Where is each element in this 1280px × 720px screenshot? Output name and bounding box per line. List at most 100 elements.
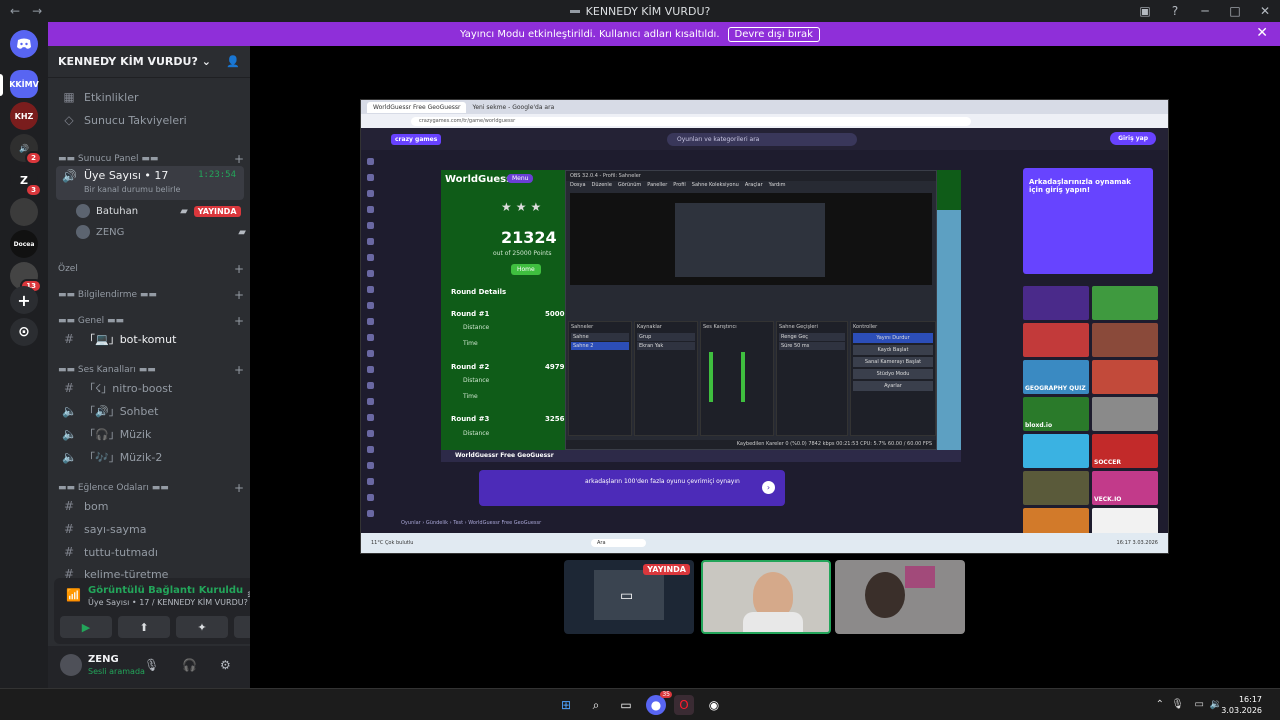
headset-icon[interactable]: 🎧 [182, 658, 197, 672]
streamer-mode-notice: Yayıncı Modu etkinleştirildi. Kullanıcı … [0, 22, 1280, 46]
clock[interactable]: 16:17 3.03.2026 [1221, 694, 1262, 716]
participant-tile-camera-1[interactable] [701, 560, 831, 634]
add-server-icon[interactable]: + [10, 286, 38, 314]
hash-icon: # [63, 499, 75, 513]
invite-icon[interactable]: 👤 [226, 55, 240, 68]
discord-icon[interactable]: ● 35 [646, 691, 672, 715]
voice-user-batuhan[interactable]: Batuhan ▰ YAYINDA [76, 204, 241, 218]
voice-channel-uye-sayisi[interactable]: 🔊 Üye Sayısı • 17 Bir kanal durumu belir… [56, 166, 244, 200]
disable-button[interactable]: Devre dışı bırak [727, 26, 820, 42]
discord-home-icon[interactable] [10, 30, 38, 58]
crazygames-site: crazy games Oyunları ve kategorileri ara… [361, 128, 1168, 542]
channel-bom[interactable]: # bom [56, 495, 244, 517]
screen-share-video[interactable]: WorldGuessr Free GeoGuessr Yeni sekme - … [360, 99, 1169, 554]
mic-icon[interactable]: 🎙 [1171, 699, 1184, 710]
maximize-button[interactable]: □ [1220, 4, 1250, 18]
server-icon-3[interactable]: 🔊 2 [10, 134, 42, 165]
back-icon[interactable]: ← [10, 4, 20, 18]
speaker-icon: 🔊 [62, 169, 77, 183]
camera-button[interactable]: ▶ [60, 616, 112, 638]
server-icon-kkimv[interactable]: KKİMV [9, 70, 39, 98]
notification-badge: 35 [660, 691, 672, 698]
speaker-icon: 🔈 [62, 427, 77, 441]
close-button[interactable]: ✕ [1250, 4, 1280, 18]
avatar[interactable] [60, 654, 82, 676]
participant-tile-stream[interactable]: YAYINDA ▭ [564, 560, 694, 634]
obs-preview [570, 193, 932, 285]
minimize-button[interactable]: ─ [1190, 4, 1220, 18]
participant-tile-camera-2[interactable] [835, 560, 965, 634]
channel-muzik[interactable]: 🔈 「🎧」Müzik [56, 423, 244, 445]
volume-icon[interactable]: 🔉 [1210, 699, 1222, 710]
channel-bot-komut[interactable]: # 「💻」bot-komut [56, 328, 244, 350]
voice-user-zeng[interactable]: ZENG ▰ [76, 225, 246, 239]
activities-button[interactable]: ✦ [176, 616, 228, 638]
settings-icon[interactable]: ⚙ [220, 658, 231, 672]
share-screen-button[interactable]: ⬆ [118, 616, 170, 638]
category-sunucu-panel[interactable]: ▬▬ Sunucu Panel ▬▬ + [58, 152, 244, 166]
start-icon[interactable]: ⊞ [556, 695, 576, 715]
mention-badge: 2 [25, 151, 42, 165]
obs-window: OBS 32.0.4 - Profil: Sahneler Dosya Düzen… [565, 170, 937, 450]
plus-icon[interactable]: + [234, 314, 244, 328]
forward-icon[interactable]: → [32, 4, 42, 18]
guild-header[interactable]: KENNEDY KİM VURDU? ⌄ 👤 [48, 46, 250, 78]
discover-icon[interactable]: ⊙ [10, 318, 38, 346]
voice-location: Üye Sayısı • 17 / KENNEDY KİM VURDU? [88, 598, 248, 607]
server-icon-6[interactable]: Docea [10, 230, 38, 258]
server-icon-5[interactable] [10, 198, 38, 226]
opera-icon[interactable]: O [674, 695, 694, 715]
server-icon-2[interactable]: KHZ [10, 102, 38, 130]
site-search: Oyunları ve kategorileri ara [667, 133, 857, 146]
sidebar-item-events[interactable]: ▦ Etkinlikler [56, 86, 244, 108]
site-right-column: Arkadaşlarınızla oynamak için giriş yapı… [1023, 168, 1158, 542]
category-eglence-odalari[interactable]: ▬▬ Eğlence Odaları ▬▬ + [58, 481, 244, 495]
mic-icon[interactable]: 🎙 [144, 658, 159, 672]
voice-timer: 1:23:54 [198, 170, 236, 180]
worldguessr-game: WorldGuessr Menu ★★★ 21324 out of 25000 … [441, 170, 961, 450]
channel-muzik-2[interactable]: 🔈 「🎶」Müzik-2 [56, 446, 244, 468]
category-bilgilendirme[interactable]: ▬▬ Bilgilendirme ▬▬ + [58, 288, 244, 302]
channel-tuttu-tutmadi[interactable]: # tuttu-tutmadı [56, 541, 244, 563]
server-icon-z[interactable]: Z3 [10, 166, 42, 197]
hash-icon: # [63, 545, 75, 559]
mini-taskbar: 11°C Çok bulutlu Ara 16:17 3.03.2026 [361, 533, 1168, 553]
signal-icon[interactable]: 📶 [66, 588, 81, 602]
chevron-down-icon: ⌄ [201, 55, 211, 68]
file-explorer-icon[interactable]: ▭ [616, 695, 636, 715]
plus-icon[interactable]: + [234, 481, 244, 495]
category-ozel[interactable]: Özel + [58, 262, 244, 276]
category-ses-kanallari[interactable]: ▬▬ Ses Kanalları ▬▬ + [58, 363, 244, 377]
avatar [76, 225, 90, 239]
window-title: KENNEDY KİM VURDU? [0, 5, 1280, 18]
channel-sohbet[interactable]: 🔈 「🔊」Sohbet [56, 400, 244, 422]
network-icon[interactable]: ▭ [1195, 699, 1204, 710]
site-login: Giriş yap [1110, 132, 1156, 145]
active-server-pill [0, 74, 3, 96]
inbox-icon[interactable]: ▣ [1130, 4, 1160, 18]
user-status: Sesli aramada [88, 667, 145, 676]
search-icon[interactable]: ⌕ [586, 695, 606, 715]
category-genel[interactable]: ▬▬ Genel ▬▬ + [58, 314, 244, 328]
sidebar-item-boosts[interactable]: ◇ Sunucu Takviyeleri [56, 109, 244, 131]
plus-icon[interactable]: + [234, 288, 244, 302]
stream-stage[interactable]: WorldGuessr Free GeoGuessr Yeni sekme - … [250, 46, 1280, 688]
channel-nitro-boost[interactable]: # 「☇」nitro-boost [56, 377, 244, 399]
obs-icon[interactable]: ◉ [704, 695, 724, 715]
activities-icon: ✦ [197, 620, 207, 634]
close-notice-icon[interactable]: ✕ [1256, 25, 1268, 41]
plus-icon[interactable]: + [234, 262, 244, 276]
chevron-up-icon[interactable]: ⌃ [1156, 699, 1164, 710]
notice-text: Yayıncı Modu etkinleştirildi. Kullanıcı … [460, 28, 720, 40]
boost-icon: ◇ [64, 113, 74, 127]
help-icon[interactable]: ? [1160, 4, 1190, 18]
channel-sayi-sayma[interactable]: # sayı-sayma [56, 518, 244, 540]
plus-icon[interactable]: + [234, 152, 244, 166]
plus-icon[interactable]: + [234, 363, 244, 377]
title-bar: ← → KENNEDY KİM VURDU? ▣ ? ─ □ ✕ [0, 0, 1280, 22]
voice-status: Görüntülü Bağlantı Kuruldu [88, 585, 244, 596]
camera-icon: ▰ [238, 226, 246, 238]
speaker-icon: 🔈 [62, 450, 77, 464]
signin-ad: Arkadaşlarınızla oynamak için giriş yapı… [1023, 168, 1153, 274]
guild-name: KENNEDY KİM VURDU? [58, 55, 198, 68]
